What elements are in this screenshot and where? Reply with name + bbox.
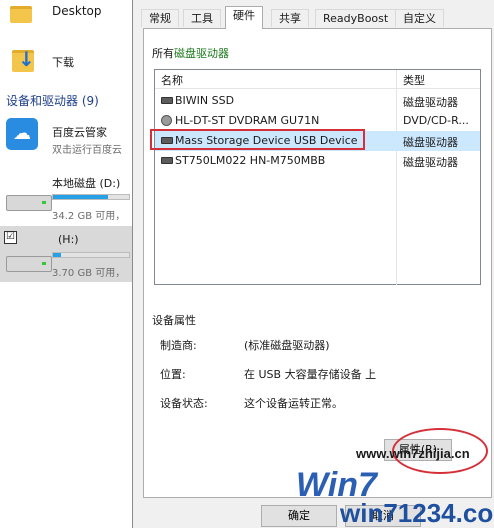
manufacturer-value: (标准磁盘驱动器) — [244, 339, 330, 352]
all-drives-label: 所有磁盘驱动器 — [152, 45, 229, 61]
ok-button[interactable]: 确定 — [261, 505, 337, 527]
status-label: 设备状态: — [160, 397, 208, 410]
device-type: DVD/CD-R... — [403, 114, 469, 127]
desktop-label[interactable]: Desktop — [52, 4, 102, 18]
drive-h-capacity-bar — [52, 252, 130, 258]
all-drives-prefix: 所有 — [152, 47, 174, 60]
location-value: 在 USB 大容量存储设备 上 — [244, 368, 377, 381]
tab-sharing[interactable]: 共享 — [271, 9, 309, 27]
downloads-folder-icon: ↓ — [12, 49, 35, 72]
disk-icon — [161, 97, 173, 104]
devices-section-header[interactable]: 设备和驱动器 (9) — [6, 92, 99, 109]
watermark-url: www.win7zhijia.cn — [356, 446, 470, 461]
column-header-name[interactable]: 名称 — [161, 72, 183, 88]
tab-general[interactable]: 常规 — [141, 9, 179, 27]
column-header-type[interactable]: 类型 — [403, 72, 425, 88]
drive-h-icon — [6, 256, 52, 272]
device-name: Mass Storage Device USB Device — [175, 134, 358, 147]
device-row-biwin[interactable]: BIWIN SSD 磁盘驱动器 — [155, 91, 480, 111]
drive-h-name[interactable]: (H:) — [58, 233, 79, 246]
drive-h-sub: 3.70 GB 可用， — [52, 268, 126, 279]
baidu-sub: 双击运行百度云 — [52, 145, 122, 156]
location-label: 位置: — [160, 368, 186, 381]
device-name: BIWIN SSD — [175, 94, 235, 107]
device-name: HL-DT-ST DVDRAM GU71N — [175, 114, 320, 127]
tab-tools[interactable]: 工具 — [183, 9, 221, 27]
device-name: ST750LM022 HN-M750MBB — [175, 154, 326, 167]
explorer-pane: Desktop ↓ 下载 设备和驱动器 (9) ☁ 百度云管家 双击运行百度云 … — [0, 0, 132, 528]
device-type: 磁盘驱动器 — [403, 136, 458, 149]
watermark-site: win71234.com — [340, 498, 494, 528]
tab-readyboost[interactable]: ReadyBoost — [315, 9, 397, 27]
device-properties-title: 设备属性 — [152, 314, 196, 327]
desktop-folder-icon — [10, 6, 32, 23]
device-list[interactable]: 名称 类型 BIWIN SSD 磁盘驱动器 HL-DT-ST DVDRAM GU… — [150, 69, 481, 285]
tab-strip: 常规 工具 硬件 共享 ReadyBoost 自定义 — [133, 0, 494, 29]
drive-d-name[interactable]: 本地磁盘 (D:) — [52, 175, 120, 191]
drive-d-icon — [6, 195, 52, 211]
status-value: 这个设备运转正常。 — [244, 397, 343, 410]
tab-customize[interactable]: 自定义 — [395, 9, 444, 27]
drive-d-sub: 34.2 GB 可用， — [52, 211, 126, 222]
cd-drive-icon — [161, 115, 172, 126]
baidu-name[interactable]: 百度云管家 — [52, 124, 107, 140]
drive-d-capacity-bar — [52, 194, 130, 200]
disk-icon — [161, 137, 173, 144]
device-row-dvdram[interactable]: HL-DT-ST DVDRAM GU71N DVD/CD-R... — [155, 111, 480, 131]
disk-icon — [161, 157, 173, 164]
all-drives-highlight: 磁盘驱动器 — [174, 47, 229, 60]
device-type: 磁盘驱动器 — [403, 96, 458, 109]
manufacturer-label: 制造商: — [160, 339, 197, 352]
device-row-st750[interactable]: ST750LM022 HN-M750MBB 磁盘驱动器 — [155, 151, 480, 171]
downloads-label[interactable]: 下载 — [52, 54, 74, 70]
list-header: 名称 类型 — [155, 70, 480, 89]
tab-hardware[interactable]: 硬件 — [225, 6, 263, 29]
baidu-cloud-icon: ☁ — [6, 118, 38, 150]
device-type: 磁盘驱动器 — [403, 156, 458, 169]
drive-h-checkbox[interactable]: ☑ — [4, 231, 17, 244]
device-row-mass-storage[interactable]: Mass Storage Device USB Device 磁盘驱动器 — [150, 129, 480, 151]
